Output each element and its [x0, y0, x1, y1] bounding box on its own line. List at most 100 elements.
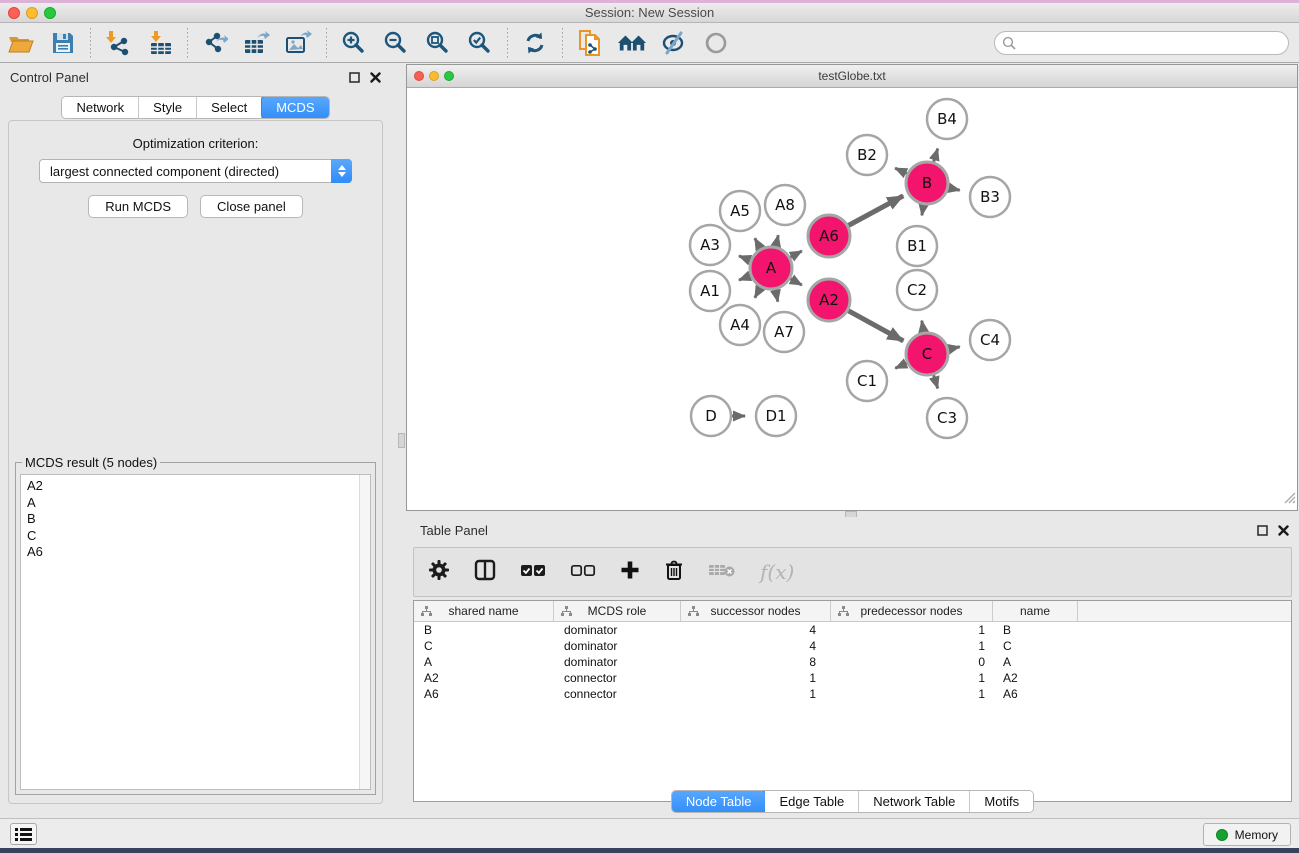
edge-C-C4[interactable]	[947, 347, 959, 350]
node-B4[interactable]: B4	[927, 99, 967, 139]
minimize-window-button[interactable]	[26, 7, 38, 19]
network-window-titlebar[interactable]: testGlobe.txt	[407, 65, 1297, 88]
mcds-result-item[interactable]: A2	[27, 478, 370, 495]
new-network-from-selection-icon[interactable]	[575, 28, 605, 58]
close-panel-button[interactable]: Close panel	[200, 195, 303, 218]
export-network-icon[interactable]	[200, 28, 230, 58]
network-minimize-button[interactable]	[429, 71, 439, 81]
node-D[interactable]: D	[691, 396, 731, 436]
node-A7[interactable]: A7	[764, 312, 804, 352]
open-session-icon[interactable]	[6, 28, 36, 58]
network-canvas[interactable]: B4B2BB3A8A5A6A3B1AC2A1A2A4A7C4CC1DD1C3	[407, 88, 1297, 510]
edge-B-B2[interactable]	[895, 168, 908, 174]
save-session-icon[interactable]	[48, 28, 78, 58]
network-maximize-button[interactable]	[444, 71, 454, 81]
node-A5[interactable]: A5	[720, 191, 760, 231]
zoom-in-icon[interactable]	[339, 28, 369, 58]
export-table-icon[interactable]	[242, 28, 272, 58]
import-table-icon[interactable]	[145, 28, 175, 58]
table-row[interactable]: Bdominator41B	[414, 622, 1291, 638]
column-header-MCDS-role[interactable]: MCDS role	[554, 601, 681, 621]
edge-C-C2[interactable]	[922, 321, 924, 334]
edge-A-A8[interactable]	[776, 235, 779, 247]
mcds-result-item[interactable]: A6	[27, 544, 370, 561]
tab-network-table[interactable]: Network Table	[859, 791, 970, 812]
column-header-predecessor-nodes[interactable]: predecessor nodes	[831, 601, 993, 621]
column-header-successor-nodes[interactable]: successor nodes	[681, 601, 831, 621]
table-row[interactable]: A2connector11A2	[414, 670, 1291, 686]
tab-motifs[interactable]: Motifs	[970, 791, 1033, 812]
mcds-list-scrollbar[interactable]	[359, 475, 370, 789]
maximize-window-button[interactable]	[44, 7, 56, 19]
node-B2[interactable]: B2	[847, 135, 887, 175]
node-C1[interactable]: C1	[847, 361, 887, 401]
node-A8[interactable]: A8	[765, 185, 805, 225]
column-header-name[interactable]: name	[993, 601, 1078, 621]
node-C[interactable]: C	[906, 333, 948, 375]
mcds-result-item[interactable]: A	[27, 495, 370, 512]
home-icon[interactable]	[617, 28, 647, 58]
edge-A6-B[interactable]	[847, 196, 903, 226]
node-A6[interactable]: A6	[808, 215, 850, 257]
edge-A2-C[interactable]	[847, 310, 903, 341]
tab-mcds[interactable]: MCDS	[261, 96, 329, 119]
float-table-panel-icon[interactable]	[1257, 525, 1268, 536]
node-C3[interactable]: C3	[927, 398, 967, 438]
zoom-out-icon[interactable]	[381, 28, 411, 58]
hide-details-icon[interactable]	[659, 28, 689, 58]
node-A[interactable]: A	[750, 247, 792, 289]
node-B[interactable]: B	[906, 162, 948, 204]
refresh-icon[interactable]	[520, 28, 550, 58]
table-row[interactable]: A6connector11A6	[414, 686, 1291, 702]
run-mcds-button[interactable]: Run MCDS	[88, 195, 188, 218]
search-input[interactable]	[994, 31, 1289, 55]
tab-node-table[interactable]: Node Table	[671, 790, 767, 813]
edge-A-A3[interactable]	[739, 256, 751, 261]
show-details-icon[interactable]	[701, 28, 731, 58]
edge-C-C1[interactable]	[895, 363, 908, 369]
gear-icon[interactable]	[428, 559, 450, 586]
edge-B-B4[interactable]	[933, 149, 937, 163]
memory-button[interactable]: Memory	[1203, 823, 1291, 846]
float-panel-icon[interactable]	[349, 72, 360, 83]
edge-A-A2[interactable]	[789, 278, 801, 285]
task-history-button[interactable]	[10, 823, 37, 845]
edge-A-A4[interactable]	[755, 286, 761, 297]
tab-style[interactable]: Style	[139, 97, 197, 118]
zoom-fit-icon[interactable]	[423, 28, 453, 58]
tab-select[interactable]: Select	[197, 97, 262, 118]
close-panel-icon[interactable]	[370, 72, 381, 83]
split-columns-icon[interactable]	[474, 559, 496, 586]
close-window-button[interactable]	[8, 7, 20, 19]
mcds-result-item[interactable]: C	[27, 528, 370, 545]
export-image-icon[interactable]	[284, 28, 314, 58]
window-resize-grip[interactable]	[1282, 490, 1296, 509]
node-A1[interactable]: A1	[690, 271, 730, 311]
node-D1[interactable]: D1	[756, 396, 796, 436]
edge-A-A5[interactable]	[755, 238, 761, 249]
tab-network[interactable]: Network	[62, 97, 139, 118]
node-B1[interactable]: B1	[897, 226, 937, 266]
edge-A-A7[interactable]	[775, 289, 778, 302]
vertical-splitter-grip[interactable]	[398, 433, 405, 448]
unselect-all-icon[interactable]	[570, 563, 596, 582]
edge-C-C3[interactable]	[933, 374, 937, 388]
import-network-icon[interactable]	[103, 28, 133, 58]
node-C2[interactable]: C2	[897, 270, 937, 310]
select-all-icon[interactable]	[520, 563, 546, 582]
node-C4[interactable]: C4	[970, 320, 1010, 360]
table-row[interactable]: Adominator80A	[414, 654, 1291, 670]
table-row[interactable]: Cdominator41C	[414, 638, 1291, 654]
column-header-shared-name[interactable]: shared name	[414, 601, 554, 621]
node-A4[interactable]: A4	[720, 305, 760, 345]
edge-B-B1[interactable]	[922, 204, 924, 216]
mcds-result-item[interactable]: B	[27, 511, 370, 528]
node-A2[interactable]: A2	[808, 279, 850, 321]
close-table-panel-icon[interactable]	[1278, 525, 1289, 536]
criterion-select[interactable]: largest connected component (directed)	[39, 159, 352, 183]
delete-column-icon[interactable]	[664, 559, 684, 586]
node-B3[interactable]: B3	[970, 177, 1010, 217]
edge-A-A1[interactable]	[739, 275, 751, 280]
zoom-selected-icon[interactable]	[465, 28, 495, 58]
edge-B-B3[interactable]	[947, 188, 959, 191]
